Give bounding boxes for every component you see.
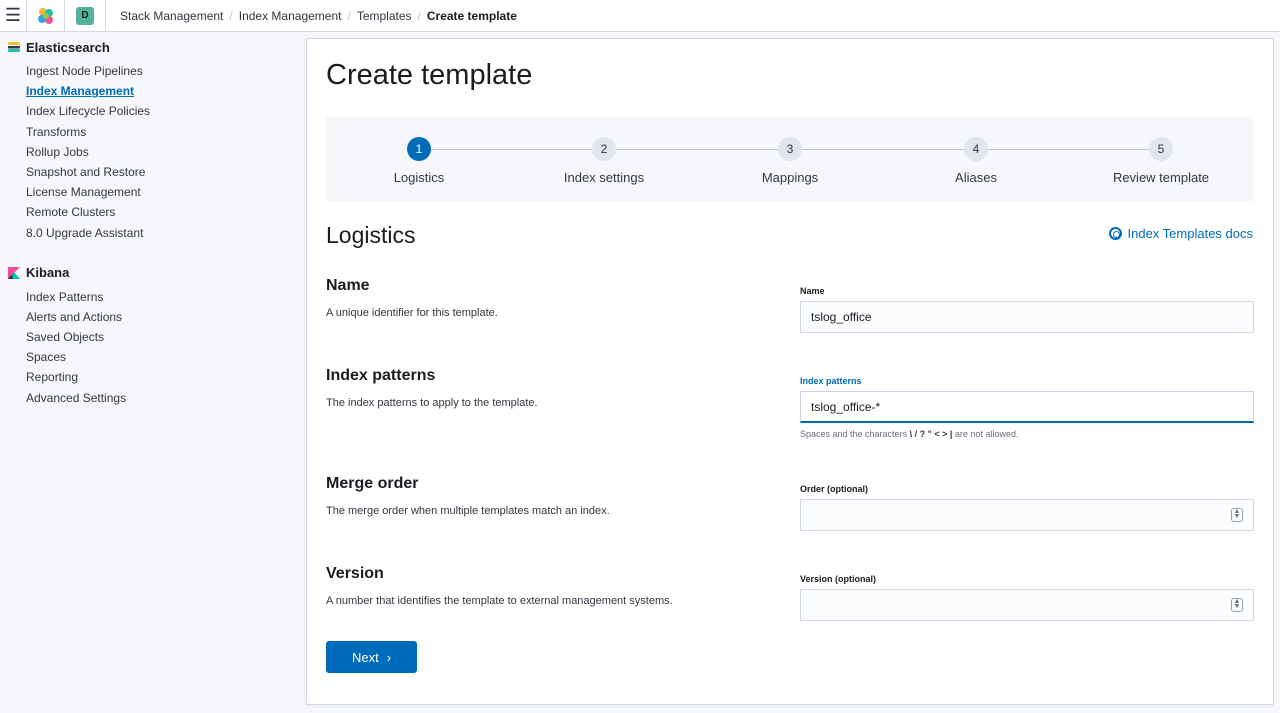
step-title: Logistics [393, 170, 445, 185]
version-field[interactable]: ▲ ▼ [800, 589, 1254, 621]
sidebar-item-license-management[interactable]: License Management [8, 182, 305, 202]
breadcrumb-current: Create template [426, 8, 517, 23]
step-title: Review template [1112, 170, 1210, 185]
step-number: 1 [407, 137, 431, 161]
step-title: Mappings [761, 170, 819, 185]
help-icon [1108, 227, 1122, 240]
name-row-description: A unique identifier for this template. [326, 307, 498, 319]
next-button-label: Next [351, 649, 379, 665]
next-button[interactable]: Next › [326, 641, 417, 673]
steps-wizard: 1 Logistics 2 Index settings 3 Mappings … [326, 117, 1254, 201]
sidebar-item-alerts-and-actions[interactable]: Alerts and Actions [8, 307, 305, 327]
breadcrumb-stack-management[interactable]: Stack Management [120, 9, 223, 23]
elastic-logo-icon[interactable] [26, 0, 64, 32]
index-patterns-row-title: Index patterns [326, 367, 436, 384]
name-field-label: Name [800, 286, 825, 296]
sidebar-item-index-management[interactable]: Index Management [8, 81, 305, 101]
number-stepper-icon[interactable]: ▲ ▼ [1231, 598, 1243, 612]
step-number: 2 [592, 137, 616, 161]
step-number: 4 [964, 137, 988, 161]
sidebar-item-advanced-settings[interactable]: Advanced Settings [8, 388, 305, 408]
breadcrumb-separator: / [417, 8, 421, 23]
step-title: Aliases [955, 170, 997, 185]
sidebar-group-label: Kibana [26, 265, 70, 281]
sidebar-item-remote-clusters[interactable]: Remote Clusters [8, 202, 305, 222]
sidebar-group-elasticsearch: Elasticsearch Ingest Node Pipelines Inde… [8, 33, 305, 243]
breadcrumb: Stack Management / Index Management / Te… [120, 9, 517, 23]
step-review-template[interactable]: 5 Review template [1091, 137, 1231, 185]
step-index-settings[interactable]: 2 Index settings [534, 137, 674, 185]
step-number: 3 [778, 137, 802, 161]
name-field-value: tslog_office [811, 310, 872, 324]
sidebar-item-ingest-node-pipelines[interactable]: Ingest Node Pipelines [8, 61, 305, 81]
sidebar-item-snapshot-and-restore[interactable]: Snapshot and Restore [8, 162, 305, 182]
step-logistics[interactable]: 1 Logistics [349, 137, 489, 185]
step-number: 5 [1149, 137, 1173, 161]
kibana-icon [8, 266, 20, 279]
step-aliases[interactable]: 4 Aliases [906, 137, 1046, 185]
main-panel: Create template 1 Logistics 2 Index sett… [306, 38, 1274, 705]
version-row-description: A number that identifies the template to… [326, 595, 673, 607]
index-patterns-field-value: tslog_office-* [811, 400, 881, 414]
index-patterns-field[interactable]: tslog_office-* [800, 391, 1254, 423]
breadcrumb-index-management[interactable]: Index Management [239, 9, 342, 23]
breadcrumb-separator: / [229, 8, 233, 23]
sidebar-item-transforms[interactable]: Transforms [8, 122, 305, 142]
name-field[interactable]: tslog_office [800, 301, 1254, 333]
sidebar-group-title: Kibana [8, 259, 305, 287]
help-text-suffix: are not allowed. [954, 429, 1019, 439]
order-field[interactable]: ▲ ▼ [800, 499, 1254, 531]
sidebar-item-spaces[interactable]: Spaces [8, 347, 305, 367]
breadcrumb-separator: / [347, 8, 351, 23]
page-title: Create template [326, 59, 533, 91]
space-avatar: D [76, 6, 94, 25]
version-row-title: Version [326, 565, 384, 582]
sidebar-item-upgrade-assistant[interactable]: 8.0 Upgrade Assistant [8, 223, 305, 243]
section-title: Logistics [326, 222, 416, 248]
sidebar-item-reporting[interactable]: Reporting [8, 367, 305, 387]
sidebar-item-index-patterns[interactable]: Index Patterns [8, 287, 305, 307]
merge-order-row-title: Merge order [326, 475, 419, 492]
sidebar-item-index-lifecycle-policies[interactable]: Index Lifecycle Policies [8, 101, 305, 121]
index-templates-docs-link[interactable]: Index Templates docs [1108, 226, 1254, 241]
breadcrumb-templates[interactable]: Templates [357, 9, 412, 23]
elastic-logo-icon [37, 7, 53, 24]
step-mappings[interactable]: 3 Mappings [720, 137, 860, 185]
sidebar-group-label: Elasticsearch [26, 39, 110, 55]
sidebar-group-title: Elasticsearch [8, 33, 305, 61]
sidebar-item-rollup-jobs[interactable]: Rollup Jobs [8, 142, 305, 162]
merge-order-row-description: The merge order when multiple templates … [326, 505, 610, 517]
docs-link-label: Index Templates docs [1127, 226, 1254, 241]
version-field-label: Version (optional) [800, 574, 877, 584]
index-patterns-field-label: Index patterns [800, 376, 862, 386]
step-title: Index settings [563, 170, 645, 185]
elasticsearch-icon [8, 42, 20, 52]
number-stepper-icon[interactable]: ▲ ▼ [1231, 508, 1243, 522]
hamburger-icon[interactable]: ☰ [0, 0, 26, 32]
help-text-prefix: Spaces and the characters [800, 429, 908, 439]
space-selector[interactable]: D [64, 0, 106, 32]
sidebar: Elasticsearch Ingest Node Pipelines Inde… [0, 33, 305, 713]
sidebar-group-kibana: Kibana Index Patterns Alerts and Actions… [8, 259, 305, 408]
help-text-characters: \ / ? " < > | [909, 429, 953, 439]
index-patterns-help-text: Spaces and the characters \ / ? " < > | … [800, 429, 1018, 439]
sidebar-item-saved-objects[interactable]: Saved Objects [8, 327, 305, 347]
chevron-right-icon: › [386, 649, 392, 665]
name-row-title: Name [326, 277, 370, 294]
index-patterns-row-description: The index patterns to apply to the templ… [326, 397, 538, 409]
order-field-label: Order (optional) [800, 484, 868, 494]
top-header: ☰ D Stack Management / Index Management … [0, 0, 1280, 32]
